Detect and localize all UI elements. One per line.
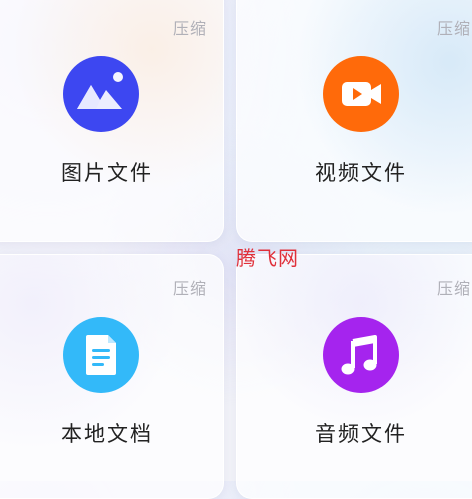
- compress-badge: 压缩: [172, 279, 207, 298]
- image-icon: [63, 56, 139, 132]
- local-documents-label: 本地文档: [61, 422, 153, 446]
- compress-badge: 压缩: [436, 279, 471, 298]
- audio-files-label: 音频文件: [315, 422, 407, 446]
- audio-files-tile[interactable]: 压缩 音频文件: [236, 254, 472, 499]
- image-files-label: 图片文件: [61, 161, 153, 185]
- music-icon: [323, 317, 399, 393]
- watermark-text: 腾飞网: [236, 246, 299, 270]
- compress-badge: 压缩: [172, 19, 207, 38]
- video-files-tile[interactable]: 压缩 视频文件: [236, 0, 472, 242]
- video-icon: [323, 56, 399, 132]
- local-documents-tile[interactable]: 压缩 本地文档: [0, 254, 224, 499]
- compress-badge: 压缩: [436, 19, 471, 38]
- video-files-label: 视频文件: [315, 161, 407, 185]
- image-files-tile[interactable]: 压缩 图片文件: [0, 0, 224, 242]
- document-icon: [63, 317, 139, 393]
